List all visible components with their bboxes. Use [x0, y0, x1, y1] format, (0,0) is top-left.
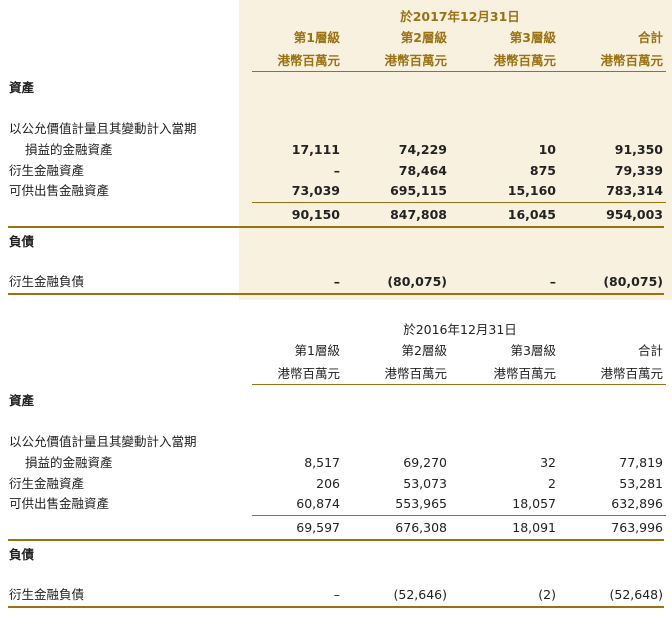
section_2016-liability-value-3: (2) [538, 586, 556, 602]
section_2017-liability-value-4: (80,075) [603, 273, 663, 289]
section_2016-row-3-label: 可供出售金融資產 [9, 496, 110, 511]
section_2016-row-3-value-2: 553,965 [395, 496, 447, 511]
section_2017-col-2-unit: 港幣百萬元 [384, 53, 447, 68]
section_2016-liability-rule [8, 605, 664, 608]
section_2017-assets-heading: 資產 [9, 80, 35, 95]
section_2016-row-1-value-4: 77,819 [619, 455, 663, 470]
section_2017-total-value-4: 954,003 [606, 206, 663, 222]
section_2017-liabilities-heading: 負債 [9, 233, 35, 249]
section_2016-total-rule [8, 538, 664, 541]
section_2017-row-2-label: 衍生金融資產 [9, 162, 85, 178]
section_2016-assets-heading: 資產 [9, 393, 35, 408]
section_2016-header-rule [252, 384, 666, 385]
section_2017-row-1-value-1: 17,111 [291, 142, 340, 157]
section_2016-row-2-value-4: 53,281 [619, 475, 663, 491]
section_2017-date-heading: 於2017年12月31日 [400, 9, 520, 24]
section_2016-row-1-value-2: 69,270 [403, 455, 447, 470]
section_2017-row-1-value-4: 91,350 [614, 142, 663, 157]
section_2016-liability-value-2: (52,646) [393, 586, 448, 602]
section_2017-col-3-unit: 港幣百萬元 [493, 53, 556, 68]
section_2016-row-2-value-2: 53,073 [403, 475, 447, 491]
section_2017-row-3-label: 可供出售金融資產 [9, 183, 110, 198]
section_2016-col-2-label: 第2層級 [401, 343, 447, 358]
section_2017-liability-rule [8, 292, 664, 295]
section_2016-liability-label: 衍生金融負債 [9, 586, 85, 602]
section_2016-liability-value-4: (52,648) [609, 586, 664, 602]
section_2016-liability-value-1: – [333, 586, 340, 602]
section_2017-row-2-value-2: 78,464 [398, 162, 447, 178]
section_2017-col-1-unit: 港幣百萬元 [277, 53, 340, 68]
section_2017-liability-value-2: (80,075) [387, 273, 447, 289]
section_2016-fvtpl-line1: 以公允價值計量且其變動計入當期 [9, 434, 197, 449]
section_2017-liability-value-3: – [549, 273, 556, 289]
section_2016-row-1-value-3: 32 [540, 455, 556, 470]
section_2017-row-3-value-3: 15,160 [507, 183, 556, 198]
section_2017-fvtpl-line1: 以公允價值計量且其變動計入當期 [9, 121, 197, 136]
section_2017-liability-label: 衍生金融負債 [9, 273, 85, 289]
section_2017-row-1-value-3: 10 [538, 142, 556, 157]
section_2017-row-3-value-4: 783,314 [606, 183, 663, 198]
section_2017-total-rule [8, 225, 664, 228]
section_2016-row-3-value-3: 18,057 [512, 496, 556, 511]
section_2017-total-value-3: 16,045 [507, 206, 556, 222]
section_2017-col-4-label: 合計 [637, 30, 663, 45]
section_2017-subtotal-rule [252, 201, 666, 203]
section_2016-col-1-label: 第1層級 [294, 343, 340, 358]
section_2016-total-value-2: 676,308 [395, 519, 447, 535]
section_2016-col-2-unit: 港幣百萬元 [384, 366, 447, 381]
section_2017-row-1-value-2: 74,229 [398, 142, 447, 157]
section_2016-row-2-value-3: 2 [548, 475, 556, 491]
section_2017-col-4-unit: 港幣百萬元 [600, 53, 663, 68]
section_2016-liabilities-heading: 負債 [9, 546, 35, 562]
section_2016-row-3-value-1: 60,874 [296, 496, 340, 511]
section_2016-row-2-value-1: 206 [316, 475, 340, 491]
section_2016-total-value-3: 18,091 [512, 519, 556, 535]
section_2016-total-value-1: 69,597 [296, 519, 340, 535]
section_2017-row-2-value-3: 875 [529, 162, 556, 178]
section_2017-row-3-value-1: 73,039 [291, 183, 340, 198]
section_2017-col-3-label: 第3層級 [509, 30, 556, 45]
section_2016-row-1-label: 損益的金融資產 [25, 455, 113, 470]
section_2016-subtotal-rule [252, 514, 666, 516]
section_2016-row-2-label: 衍生金融資產 [9, 475, 85, 491]
section_2017-col-1-label: 第1層級 [293, 30, 340, 45]
section_2016-row-1-value-1: 8,517 [304, 455, 340, 470]
section_2016-row-3-value-4: 632,896 [611, 496, 663, 511]
section_2016-total-value-4: 763,996 [611, 519, 663, 535]
section_2017-col-2-label: 第2層級 [400, 30, 447, 45]
section_2017-header-rule [252, 71, 666, 72]
section_2016-col-3-label: 第3層級 [510, 343, 556, 358]
section_2016-col-1-unit: 港幣百萬元 [277, 366, 340, 381]
section_2017-row-1-label: 損益的金融資產 [25, 142, 113, 157]
section_2017-row-3-value-2: 695,115 [390, 183, 447, 198]
section_2016-col-4-label: 合計 [637, 343, 663, 358]
section_2017-liability-value-1: – [333, 273, 340, 289]
section_2017-row-2-value-4: 79,339 [614, 162, 663, 178]
section_2017-row-2-value-1: – [333, 162, 340, 178]
section_2017-total-value-2: 847,808 [390, 206, 447, 222]
section_2016-date-heading: 於2016年12月31日 [403, 322, 517, 337]
section_2016-col-4-unit: 港幣百萬元 [600, 366, 663, 381]
section_2016-col-3-unit: 港幣百萬元 [493, 366, 556, 381]
section_2017-total-value-1: 90,150 [291, 206, 340, 222]
